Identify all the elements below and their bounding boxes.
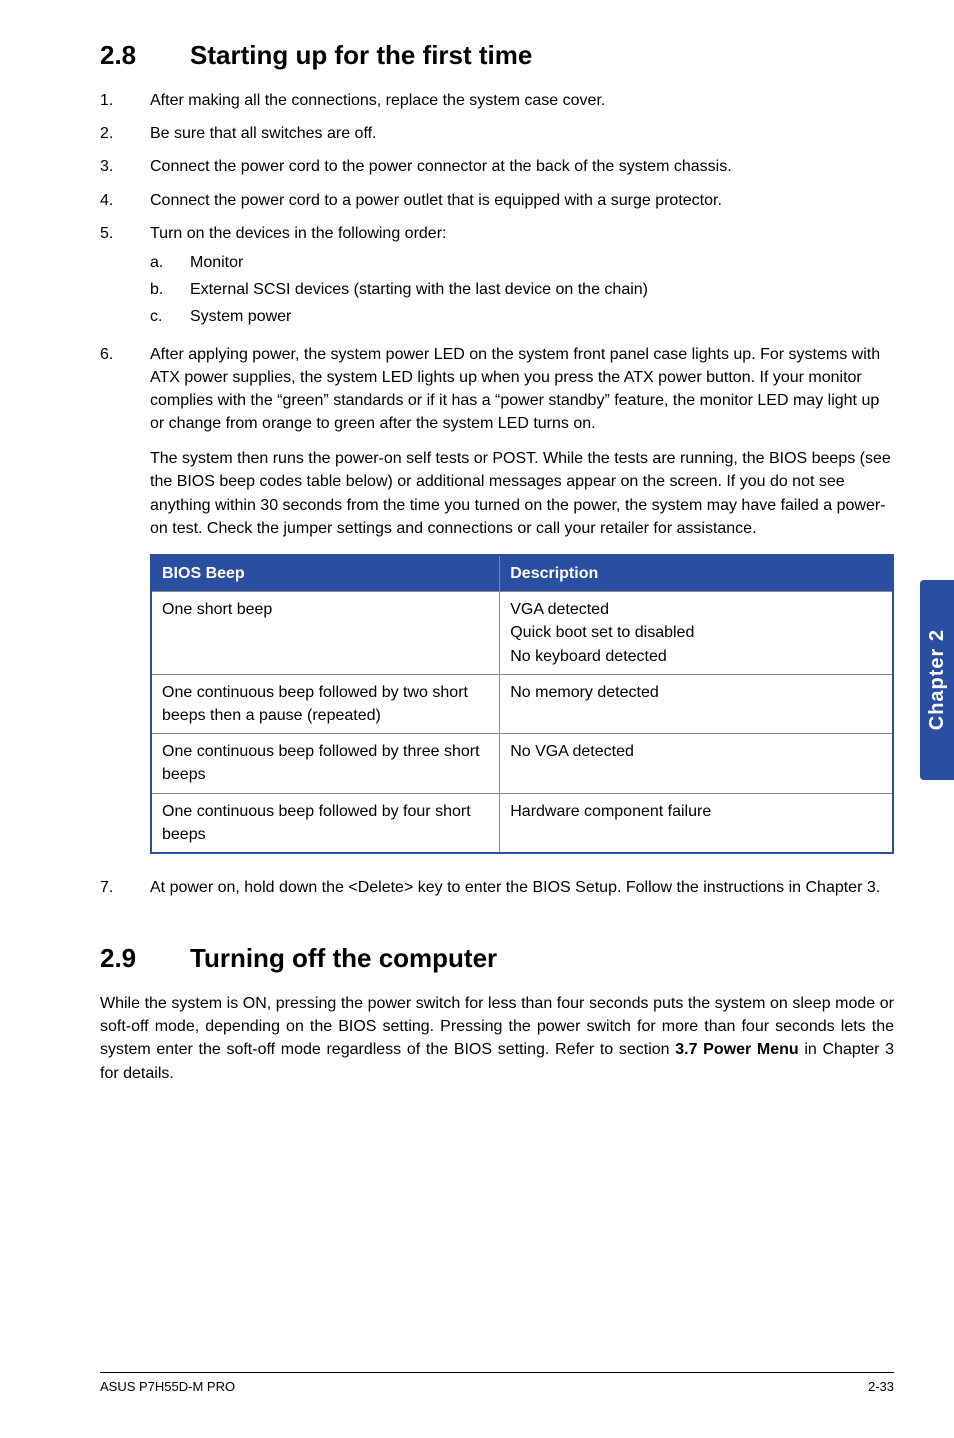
page-footer: ASUS P7H55D-M PRO 2-33: [100, 1372, 894, 1394]
item-text: At power on, hold down the <Delete> key …: [150, 876, 894, 899]
list-item: 2. Be sure that all switches are off.: [100, 122, 894, 145]
section-body: While the system is ON, pressing the pow…: [100, 992, 894, 1085]
table-row: One short beep VGA detected Quick boot s…: [151, 592, 893, 675]
ordered-list-sub: a.Monitor b.External SCSI devices (start…: [150, 251, 894, 329]
table-header: BIOS Beep: [151, 555, 500, 592]
item-text: Connect the power cord to a power outlet…: [150, 189, 894, 212]
sub-marker: b.: [150, 278, 190, 301]
list-item: 3. Connect the power cord to the power c…: [100, 155, 894, 178]
item-para1: After applying power, the system power L…: [150, 346, 880, 433]
list-item: 6. After applying power, the system powe…: [100, 343, 894, 866]
item-marker: 6.: [100, 343, 150, 866]
item-lead: Turn on the devices in the following ord…: [150, 225, 446, 242]
table-cell: No VGA detected: [500, 734, 893, 793]
table-row: One continuous beep followed by four sho…: [151, 793, 893, 853]
table-header: Description: [500, 555, 893, 592]
item-marker: 5.: [100, 222, 150, 333]
item-marker: 2.: [100, 122, 150, 145]
sub-item: b.External SCSI devices (starting with t…: [150, 278, 894, 301]
table-cell: Hardware component failure: [500, 793, 893, 853]
sub-text: Monitor: [190, 251, 243, 274]
sub-marker: a.: [150, 251, 190, 274]
item-marker: 4.: [100, 189, 150, 212]
section-2-9-heading: 2.9Turning off the computer: [100, 943, 894, 974]
table-row: One continuous beep followed by two shor…: [151, 674, 893, 733]
table-cell: One continuous beep followed by two shor…: [151, 674, 500, 733]
item-text: After applying power, the system power L…: [150, 343, 894, 866]
sub-item: a.Monitor: [150, 251, 894, 274]
item-marker: 1.: [100, 89, 150, 112]
item-para2: The system then runs the power-on self t…: [150, 447, 894, 540]
list-item: 1. After making all the connections, rep…: [100, 89, 894, 112]
list-item: 5. Turn on the devices in the following …: [100, 222, 894, 333]
item-marker: 3.: [100, 155, 150, 178]
table-cell: VGA detected Quick boot set to disabled …: [500, 592, 893, 675]
bios-beep-table: BIOS Beep Description One short beep VGA…: [150, 554, 894, 854]
table-row: One continuous beep followed by three sh…: [151, 734, 893, 793]
chapter-side-tab: Chapter 2: [920, 580, 954, 780]
table-cell: One continuous beep followed by three sh…: [151, 734, 500, 793]
table-cell: One short beep: [151, 592, 500, 675]
section-title: Starting up for the first time: [190, 40, 532, 70]
list-item: 7. At power on, hold down the <Delete> k…: [100, 876, 894, 899]
table-cell: No memory detected: [500, 674, 893, 733]
section-2-8-heading: 2.8Starting up for the first time: [100, 40, 894, 71]
item-text: Be sure that all switches are off.: [150, 122, 894, 145]
sub-marker: c.: [150, 305, 190, 328]
item-text: Connect the power cord to the power conn…: [150, 155, 894, 178]
ordered-list-main: 1. After making all the connections, rep…: [100, 89, 894, 899]
body-bold: 3.7 Power Menu: [675, 1041, 798, 1058]
list-item: 4. Connect the power cord to a power out…: [100, 189, 894, 212]
section-number: 2.8: [100, 40, 190, 71]
section-title: Turning off the computer: [190, 943, 497, 973]
sub-item: c.System power: [150, 305, 894, 328]
sub-text: External SCSI devices (starting with the…: [190, 278, 648, 301]
page: 2.8Starting up for the first time 1. Aft…: [0, 0, 954, 1438]
section-2-9: 2.9Turning off the computer While the sy…: [100, 943, 894, 1085]
item-marker: 7.: [100, 876, 150, 899]
item-text: Turn on the devices in the following ord…: [150, 222, 894, 333]
footer-right: 2-33: [868, 1379, 894, 1394]
item-text: After making all the connections, replac…: [150, 89, 894, 112]
chapter-label: Chapter 2: [926, 629, 949, 730]
section-number: 2.9: [100, 943, 190, 974]
footer-left: ASUS P7H55D-M PRO: [100, 1379, 235, 1394]
sub-text: System power: [190, 305, 291, 328]
table-cell: One continuous beep followed by four sho…: [151, 793, 500, 853]
